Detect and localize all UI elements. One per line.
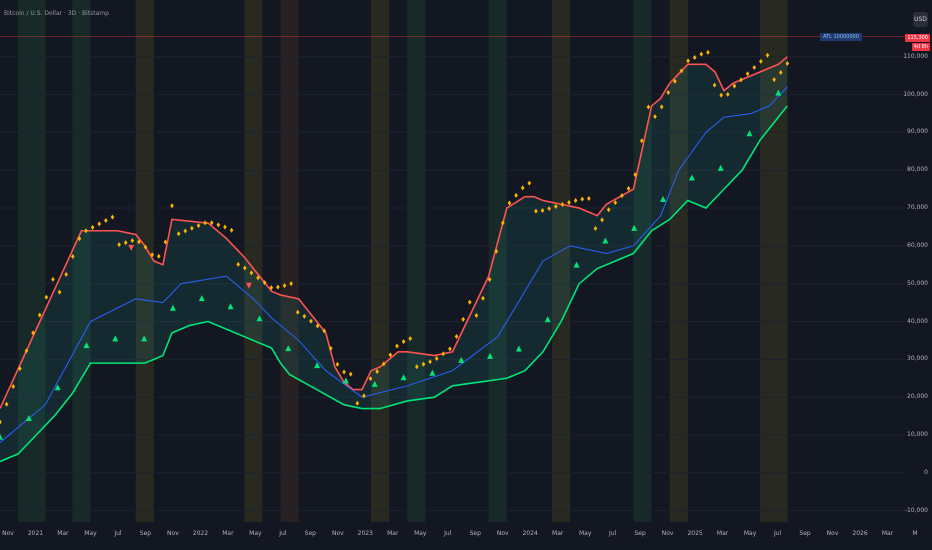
y-tick-label: 80,000	[907, 166, 928, 174]
signal-diamond-42	[276, 284, 280, 290]
signal-diamond-87	[573, 197, 578, 203]
x-tick-label: Nov	[496, 530, 509, 537]
y-tick-label: 20,000	[907, 393, 928, 401]
x-tick-label: May	[578, 530, 592, 537]
channel-fill	[0, 56, 788, 462]
x-tick-label: Mar	[552, 530, 564, 537]
y-tick-label: 60,000	[907, 241, 928, 249]
x-tick-label: 2026	[852, 530, 868, 537]
x-tick-label: May	[84, 530, 97, 537]
signal-diamond-14	[90, 224, 95, 230]
signal-diamond-33	[216, 222, 221, 228]
x-tick-label: May	[414, 530, 427, 537]
x-tick-label: Nov	[167, 530, 179, 537]
last-price-tag: 115,300	[905, 34, 930, 42]
signal-diamond-26	[170, 203, 174, 209]
x-tick-label: 2021	[27, 530, 44, 537]
signal-diamond-89	[587, 195, 591, 201]
y-tick-label: 0	[924, 468, 928, 476]
signal-diamond-114	[752, 65, 757, 71]
signal-diamond-107	[706, 49, 710, 55]
x-tick-label: Mar	[222, 530, 234, 537]
signal-diamond-8	[51, 276, 55, 282]
x-tick-label: May	[743, 530, 757, 537]
x-tick-label: Jul	[609, 530, 617, 537]
signal-diamond-61	[401, 339, 406, 345]
x-tick-label: Sep	[139, 530, 152, 537]
x-tick-label: Sep	[304, 530, 316, 537]
signal-diamond-69	[454, 334, 459, 340]
signal-diamond-51	[335, 361, 340, 367]
ath-tag: ATL 10000000	[820, 33, 862, 41]
x-tick-label: Nov	[2, 530, 14, 537]
y-tick-label: 50,000	[907, 279, 928, 287]
signal-diamond-53	[348, 371, 353, 377]
x-tick-label: Mar	[57, 530, 69, 537]
x-tick-label: Jul	[279, 530, 287, 537]
y-tick-label: 30,000	[907, 355, 928, 363]
x-tick-label: Nov	[331, 530, 344, 537]
x-tick-label: Sep	[634, 530, 646, 537]
season-band-6	[407, 0, 426, 522]
signal-diamond-35	[229, 227, 234, 233]
signal-diamond-80	[527, 180, 532, 186]
x-tick-label: 2025	[687, 530, 703, 537]
x-tick-label: M	[912, 530, 918, 537]
x-tick-label: Sep	[469, 530, 481, 537]
x-tick-label: Jul	[114, 530, 122, 537]
season-band-9	[633, 0, 652, 522]
signal-diamond-68	[448, 346, 452, 352]
y-tick-label: -10,000	[904, 506, 928, 514]
x-tick-label: May	[249, 530, 262, 537]
x-tick-label: Mar	[881, 530, 894, 537]
signal-diamond-60	[395, 343, 399, 349]
x-tick-label: Nov	[661, 530, 674, 537]
signal-diamond-88	[580, 196, 585, 202]
x-tick-label: Sep	[799, 530, 811, 537]
x-tick-label: Mar	[387, 530, 399, 537]
signal-diamond-15	[97, 221, 102, 227]
signal-diamond-16	[104, 218, 108, 224]
signal-diamond-17	[110, 214, 115, 220]
signal-diamond-79	[520, 185, 525, 191]
y-tick-label: 100,000	[903, 90, 928, 98]
season-band-5	[371, 0, 390, 522]
y-tick-label: 70,000	[907, 204, 928, 212]
y-tick-label: 90,000	[907, 128, 928, 136]
price-chart[interactable]	[0, 0, 932, 550]
y-tick-label: 40,000	[907, 317, 928, 325]
y-tick-label: 10,000	[907, 431, 928, 438]
x-tick-label: Jul	[444, 530, 452, 537]
x-tick-label: 2024	[522, 530, 538, 537]
currency-badge[interactable]: USD	[913, 12, 928, 27]
signal-diamond-71	[467, 299, 472, 305]
signal-diamond-95	[626, 185, 631, 191]
signal-diamond-34	[223, 224, 227, 230]
y-tick-label: 110,000	[903, 52, 928, 60]
x-tick-label: Jul	[773, 530, 782, 537]
x-tick-label: 2022	[192, 530, 209, 537]
signal-diamond-113	[745, 71, 750, 77]
signal-diamond-78	[514, 192, 518, 198]
x-tick-label: 2023	[357, 530, 373, 537]
signal-diamond-105	[692, 54, 697, 60]
signal-diamond-52	[342, 369, 346, 375]
signal-diamond-106	[699, 51, 704, 57]
signal-diamond-24	[156, 253, 161, 259]
chart-title: Bitcoin / U.S. Dollar · 3D · Bitstamp	[4, 10, 109, 17]
x-tick-label: Nov	[826, 530, 839, 537]
x-tick-label: Mar	[716, 530, 729, 537]
countdown-tag: 4d 8h	[911, 43, 930, 51]
season-band-4	[280, 0, 299, 522]
